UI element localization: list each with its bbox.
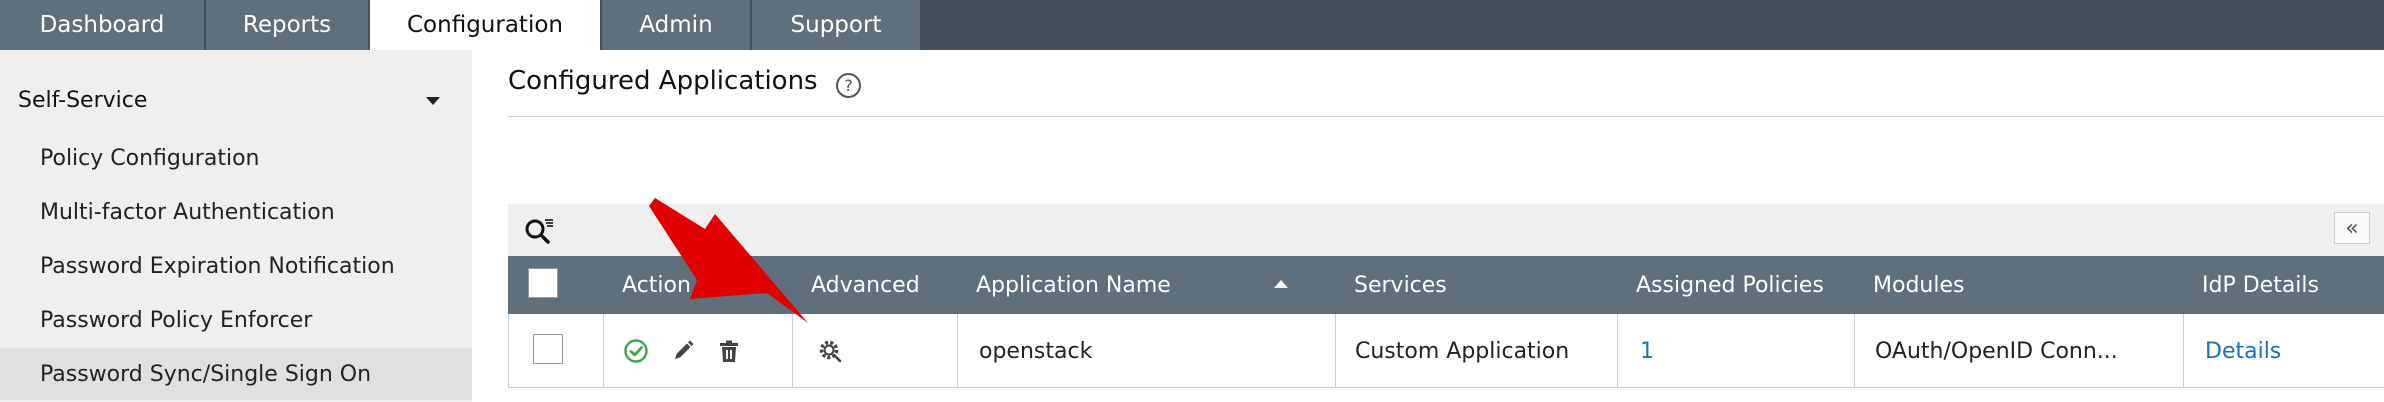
title-divider bbox=[508, 116, 2384, 117]
sidebar-item-label: Multi-factor Authentication bbox=[40, 199, 335, 225]
select-all-checkbox[interactable] bbox=[528, 268, 558, 298]
sidebar-section-self-service[interactable]: Self-Service bbox=[0, 80, 472, 120]
tab-support[interactable]: Support bbox=[752, 0, 922, 50]
sidebar-item-password-policy-enforcer[interactable]: Password Policy Enforcer bbox=[0, 294, 472, 346]
sort-ascending-icon[interactable] bbox=[1274, 280, 1288, 288]
sidebar-item-password-sync-sso[interactable]: Password Sync/Single Sign On bbox=[0, 348, 472, 400]
column-header-action: Action bbox=[622, 272, 691, 298]
enable-check-icon[interactable] bbox=[623, 338, 649, 364]
column-header-modules: Modules bbox=[1873, 272, 1965, 298]
edit-pencil-icon[interactable] bbox=[670, 338, 696, 364]
table-toolbar: « bbox=[508, 204, 2384, 256]
idp-details-link[interactable]: Details bbox=[2205, 314, 2281, 388]
sidebar-item-label: Password Policy Enforcer bbox=[40, 307, 313, 333]
cell-modules: OAuth/OpenID Conn... bbox=[1875, 338, 2118, 364]
sidebar-item-multi-factor-authentication[interactable]: Multi-factor Authentication bbox=[0, 186, 472, 238]
tab-admin[interactable]: Admin bbox=[602, 0, 752, 50]
table-row: openstack Custom Application 1 OAuth/Ope… bbox=[508, 314, 2384, 388]
collapse-icon[interactable]: « bbox=[2334, 212, 2370, 244]
column-header-application-name[interactable]: Application Name bbox=[976, 256, 1171, 314]
sidebar-item-password-expiration-notification[interactable]: Password Expiration Notification bbox=[0, 240, 472, 292]
chevron-down-icon bbox=[426, 97, 440, 105]
tab-reports[interactable]: Reports bbox=[206, 0, 370, 50]
cell-assigned-policies-link[interactable]: 1 bbox=[1640, 314, 1654, 388]
delete-trash-icon[interactable] bbox=[716, 338, 742, 364]
sidebar-section-label: Self-Service bbox=[18, 87, 148, 113]
tab-dashboard[interactable]: Dashboard bbox=[0, 0, 206, 50]
column-header-advanced: Advanced bbox=[811, 272, 920, 298]
tab-configuration[interactable]: Configuration bbox=[370, 0, 602, 50]
sidebar-item-label: Policy Configuration bbox=[40, 145, 260, 171]
sidebar-item-label: Password Expiration Notification bbox=[40, 253, 395, 279]
row-checkbox[interactable] bbox=[533, 334, 563, 364]
advanced-settings-gear-icon[interactable] bbox=[817, 338, 843, 364]
table-header: Action Advanced Application Name Service… bbox=[508, 256, 2384, 314]
sidebar-item-policy-configuration[interactable]: Policy Configuration bbox=[0, 132, 472, 184]
cell-application-name: openstack bbox=[979, 338, 1093, 364]
column-header-idp-details: IdP Details bbox=[2202, 272, 2319, 298]
top-navigation: Dashboard Reports Configuration Admin Su… bbox=[0, 0, 2384, 50]
help-icon[interactable]: ? bbox=[836, 73, 861, 98]
search-filter-icon[interactable] bbox=[524, 217, 554, 245]
column-header-services: Services bbox=[1354, 272, 1447, 298]
cell-services: Custom Application bbox=[1355, 338, 1570, 364]
sidebar: Self-Service Policy Configuration Multi-… bbox=[0, 50, 472, 402]
column-header-assigned-policies: Assigned Policies bbox=[1636, 272, 1824, 298]
page-title: Configured Applications bbox=[508, 66, 818, 96]
sidebar-item-label: Password Sync/Single Sign On bbox=[40, 361, 372, 387]
